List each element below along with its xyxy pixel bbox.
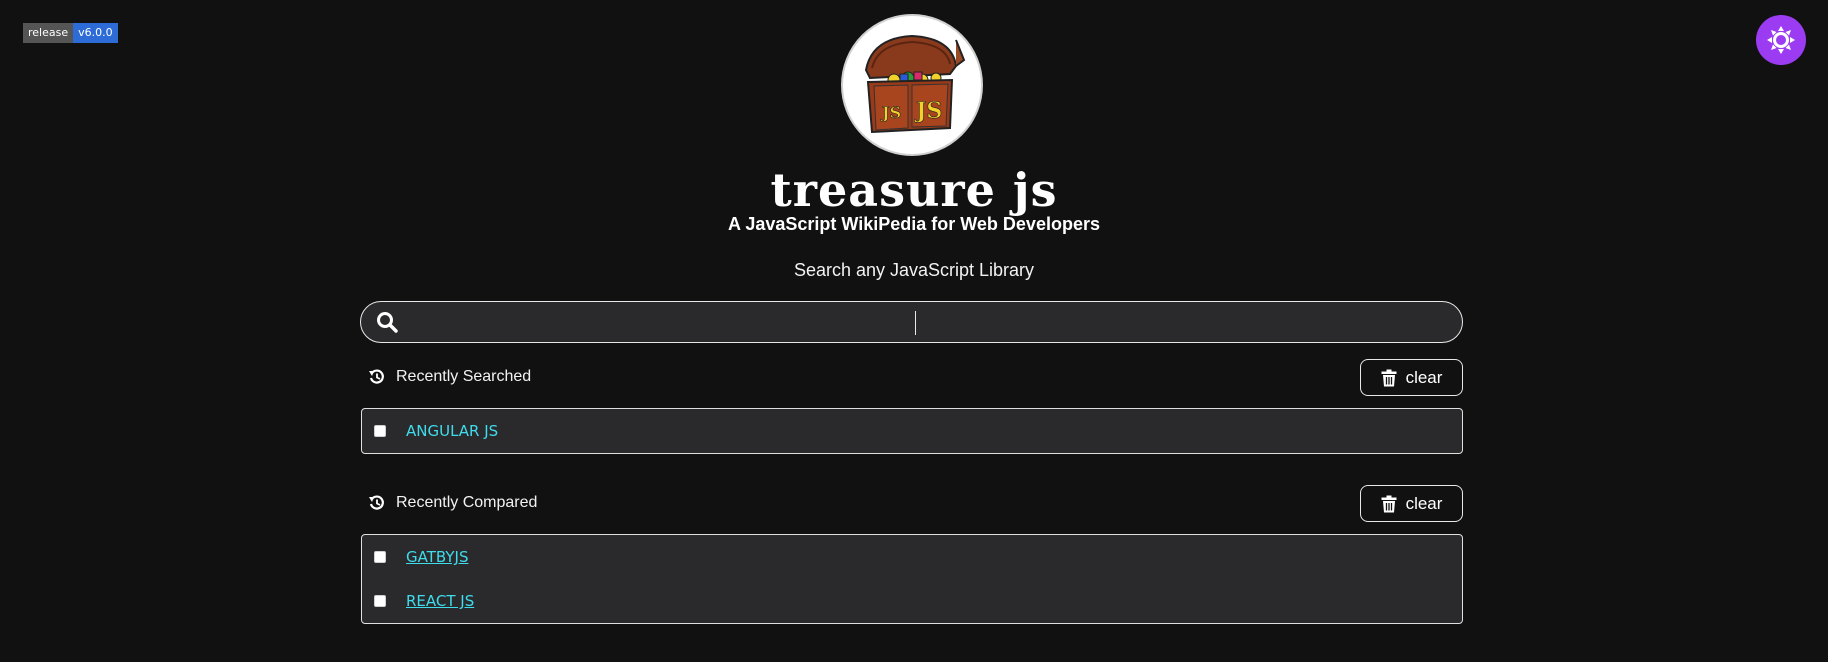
library-link[interactable]: REACT JS	[406, 592, 474, 610]
theme-toggle-button[interactable]	[1756, 15, 1806, 65]
recently-searched-list: ANGULAR JS	[361, 408, 1463, 454]
clear-compared-label: clear	[1405, 493, 1443, 513]
app-title: treasure js	[770, 163, 1058, 217]
search-icon	[375, 310, 399, 334]
release-badge-label: release	[23, 23, 74, 43]
recently-compared-label: Recently Compared	[396, 494, 538, 511]
release-badge[interactable]: release v6.0.0	[23, 23, 118, 43]
clear-searched-label: clear	[1405, 367, 1443, 387]
item-checkbox[interactable]	[374, 595, 386, 607]
clear-compared-button[interactable]: clear	[1360, 485, 1463, 522]
history-icon	[368, 368, 386, 386]
clear-searched-button[interactable]: clear	[1360, 359, 1463, 396]
page: release v6.0.0 JS JS treasure js A JavaS…	[0, 0, 1828, 662]
item-checkbox[interactable]	[374, 425, 386, 437]
recently-compared-heading: Recently Compared	[368, 494, 537, 512]
sun-icon	[1766, 25, 1796, 55]
library-link[interactable]: GATBYJS	[406, 548, 468, 566]
release-badge-version: v6.0.0	[73, 23, 118, 43]
list-item: ANGULAR JS	[362, 409, 1462, 453]
recently-searched-heading: Recently Searched	[368, 368, 531, 386]
app-subtitle: A JavaScript WikiPedia for Web Developer…	[728, 214, 1100, 234]
history-icon	[368, 494, 386, 512]
list-item: GATBYJS	[362, 535, 1462, 579]
item-checkbox[interactable]	[374, 551, 386, 563]
svg-text:JS: JS	[880, 103, 901, 122]
trash-icon	[1381, 495, 1397, 513]
treasure-chest-logo: JS JS	[841, 14, 983, 156]
list-item: REACT JS	[362, 579, 1462, 623]
search-input[interactable]	[407, 303, 1446, 341]
library-link[interactable]: ANGULAR JS	[406, 422, 498, 440]
recently-searched-label: Recently Searched	[396, 368, 532, 385]
trash-icon	[1381, 369, 1397, 387]
search-prompt: Search any JavaScript Library	[793, 260, 1035, 280]
text-cursor	[915, 311, 916, 335]
search-bar[interactable]	[360, 301, 1463, 343]
recently-compared-list: GATBYJS REACT JS	[361, 534, 1463, 624]
svg-text:JS: JS	[914, 98, 942, 124]
